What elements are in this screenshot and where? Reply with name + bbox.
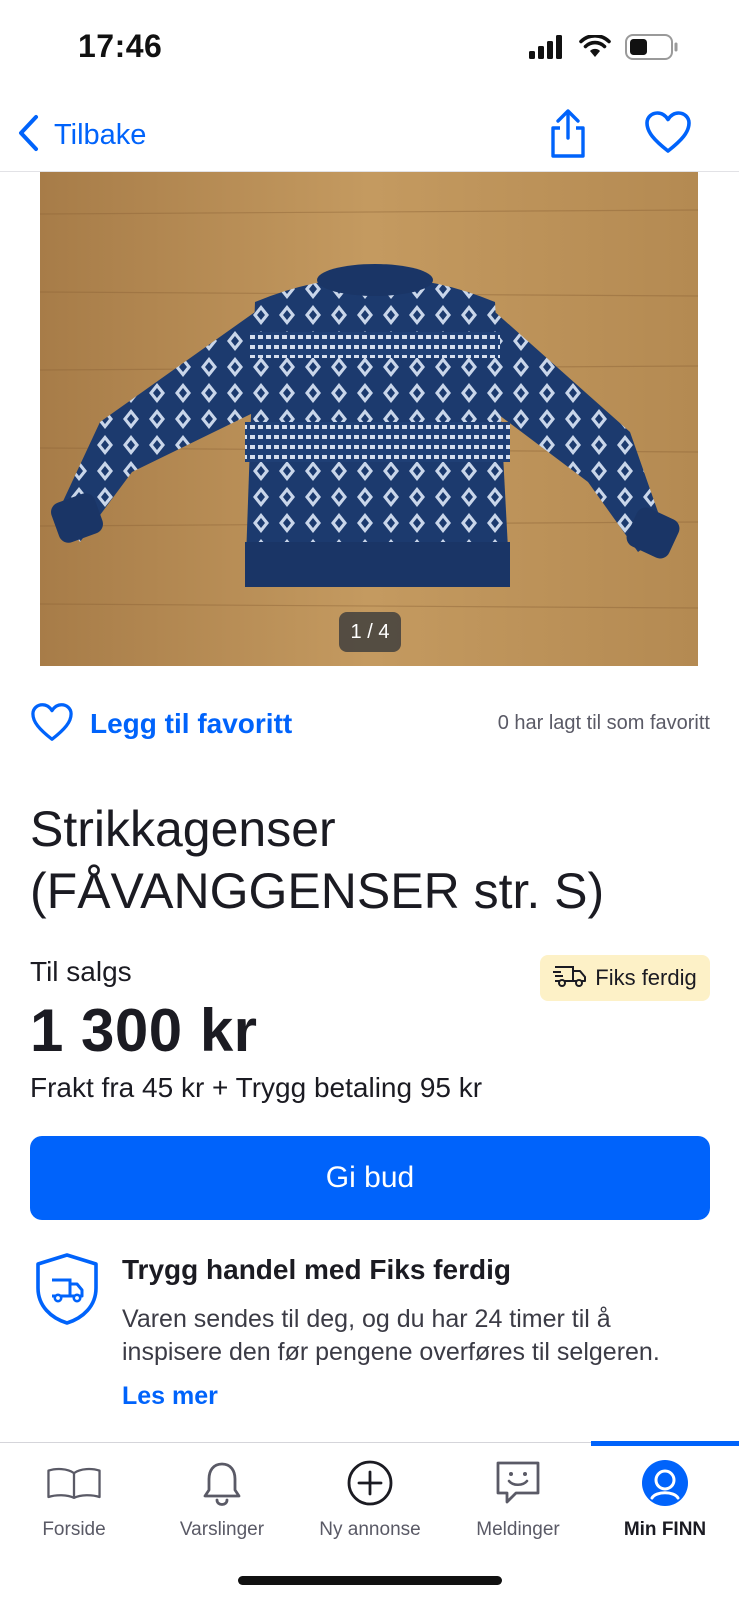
tab-label: Forside: [42, 1519, 106, 1540]
delivery-truck-icon: [553, 962, 587, 994]
back-label: Tilbake: [54, 118, 147, 151]
chat-icon: [490, 1455, 546, 1511]
sweater-photo-image: [40, 172, 698, 666]
favorite-count-text: 0 har lagt til som favoritt: [497, 712, 710, 734]
safe-trade-title: Trygg handel med Fiks ferdig: [122, 1254, 511, 1285]
cellular-signal-icon: [529, 35, 565, 64]
photo-counter: 1 / 4: [339, 612, 401, 652]
back-button[interactable]: Tilbake: [16, 110, 146, 160]
tab-label: Ny annonse: [319, 1519, 421, 1540]
battery-icon: [625, 34, 679, 65]
listing-title-line2: (FÅVANGGENSER str. S): [30, 863, 605, 919]
fiks-ferdig-badge: Fiks ferdig: [540, 955, 710, 1001]
tab-meldinger[interactable]: Meldinger: [444, 1443, 592, 1551]
tab-varslinger[interactable]: Varslinger: [148, 1443, 296, 1551]
profile-icon: [637, 1455, 693, 1511]
tab-label: Varslinger: [179, 1519, 265, 1540]
listing-title-line1: Strikkagenser: [30, 801, 336, 857]
give-bid-button[interactable]: Gi bud: [30, 1136, 710, 1220]
read-more-link[interactable]: Les mer: [122, 1382, 218, 1411]
sale-type: Til salgs: [30, 956, 132, 987]
shield-truck-icon: [34, 1252, 100, 1326]
share-icon: [546, 109, 590, 164]
fiks-ferdig-label: Fiks ferdig: [595, 965, 697, 990]
price: 1 300 kr: [30, 997, 258, 1064]
home-indicator[interactable]: [238, 1576, 502, 1585]
heart-outline-icon: [644, 111, 692, 158]
plus-circle-icon: [342, 1455, 398, 1511]
add-favorite-label: Legg til favoritt: [90, 708, 293, 739]
status-icons: [529, 34, 679, 65]
tab-forside[interactable]: Forside: [0, 1443, 148, 1551]
nav-bar: Tilbake: [0, 100, 739, 172]
share-button[interactable]: [546, 108, 590, 160]
status-bar: 17:46: [0, 0, 739, 100]
bell-icon: [194, 1455, 250, 1511]
shipping-info: Frakt fra 45 kr + Trygg betaling 95 kr: [30, 1072, 483, 1103]
wifi-icon: [579, 34, 611, 64]
tab-label: Meldinger: [476, 1519, 560, 1540]
listing-title: Strikkagenser (FÅVANGGENSER str. S): [30, 798, 710, 922]
book-icon: [46, 1455, 102, 1511]
favorite-heart-button[interactable]: [644, 110, 692, 158]
favorite-row: Legg til favoritt 0 har lagt til som fav…: [30, 700, 710, 748]
tab-label: Min FINN: [623, 1519, 707, 1540]
safe-trade-text: Varen sendes til deg, og du har 24 timer…: [122, 1305, 660, 1366]
tab-min-finn[interactable]: Min FINN: [591, 1443, 739, 1551]
heart-outline-icon: [30, 702, 74, 747]
tab-ny-annonse[interactable]: Ny annonse: [296, 1443, 444, 1551]
listing-photo[interactable]: [40, 172, 698, 666]
status-time: 17:46: [78, 28, 163, 64]
add-favorite-button[interactable]: Legg til favoritt: [30, 700, 292, 748]
chevron-left-icon: [16, 114, 40, 157]
